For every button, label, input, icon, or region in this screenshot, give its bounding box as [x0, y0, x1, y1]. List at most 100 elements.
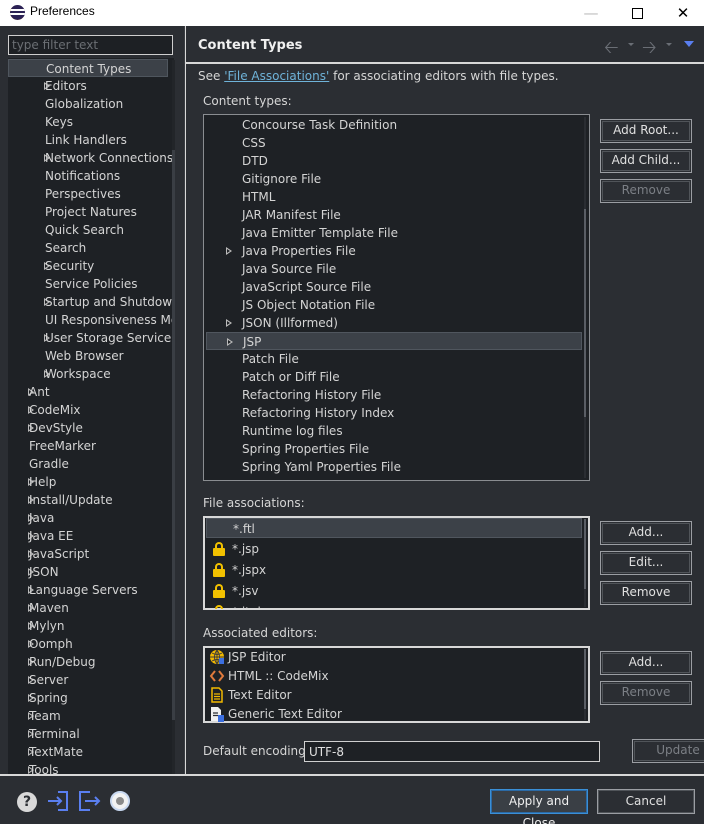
scrollbar-thumb[interactable] [584, 519, 586, 589]
file-association-item[interactable]: *.jspx [206, 560, 582, 580]
content-type-item[interactable]: Gitignore File [206, 170, 582, 188]
content-type-item[interactable]: Refactoring History File [206, 386, 582, 404]
sidebar-item[interactable]: Search [8, 239, 168, 257]
sidebar-item[interactable]: Mylyn [8, 617, 168, 635]
update-encoding-button[interactable]: Update [632, 739, 704, 763]
sidebar-item[interactable]: Link Handlers [8, 131, 168, 149]
export-icon[interactable] [77, 790, 101, 812]
import-icon[interactable] [46, 790, 70, 812]
filter-input[interactable] [8, 35, 173, 55]
sidebar-item[interactable]: Globalization [8, 95, 168, 113]
sidebar-item[interactable]: Network Connections [8, 149, 173, 167]
associated-editors-scrollbar[interactable] [584, 649, 586, 720]
close-button[interactable]: ✕ [660, 0, 704, 26]
sidebar-item[interactable]: Gradle [8, 455, 168, 473]
apply-and-close-button[interactable]: Apply and Close [490, 789, 588, 824]
sidebar-item[interactable]: JSON [8, 563, 168, 581]
edit-file-association-button[interactable]: Edit... [600, 551, 692, 575]
sidebar-item[interactable]: Quick Search [8, 221, 168, 239]
scrollbar-thumb[interactable] [172, 150, 175, 720]
view-menu-icon[interactable] [684, 41, 694, 47]
file-association-item[interactable]: *.jsv [206, 581, 582, 601]
sidebar-item[interactable]: Maven [8, 599, 168, 617]
content-type-item[interactable]: JAR Manifest File [206, 206, 582, 224]
sidebar-item[interactable]: UI Responsiveness Mor [8, 311, 174, 329]
expand-arrow-icon[interactable] [226, 319, 232, 327]
sidebar-item[interactable]: Content Types [8, 59, 168, 77]
default-encoding-input[interactable] [304, 741, 600, 762]
sidebar-item[interactable]: Language Servers [8, 581, 168, 599]
help-icon[interactable]: ? [17, 792, 37, 812]
file-association-item[interactable]: *.ftl [206, 518, 582, 538]
content-type-item[interactable]: Patch or Diff File [206, 368, 582, 386]
sidebar-item[interactable]: Service Policies [8, 275, 168, 293]
associated-editor-item[interactable]: HTML :: CodeMix [206, 667, 582, 685]
sidebar-item[interactable]: Server [8, 671, 168, 689]
remove-editor-button[interactable]: Remove [600, 681, 692, 705]
content-type-item[interactable]: Refactoring History Index [206, 404, 582, 422]
sidebar-item[interactable]: Web Browser [8, 347, 168, 365]
file-associations-scrollbar[interactable] [584, 519, 586, 607]
content-type-item[interactable]: Java Source File [206, 260, 582, 278]
associated-editor-item[interactable]: Generic Text Editor [206, 705, 582, 722]
content-type-item[interactable]: JavaScript Source File [206, 278, 582, 296]
sidebar-item[interactable]: FreeMarker [8, 437, 168, 455]
sidebar-item[interactable]: TextMate [8, 743, 168, 761]
associated-editor-item[interactable]: JSP Editor [206, 648, 582, 666]
content-types-tree[interactable]: Concourse Task Definition CSS DTD Gitignore… [203, 114, 590, 481]
file-association-item[interactable]: *.jsp [206, 539, 582, 559]
content-type-item[interactable]: Spring Properties File [206, 440, 582, 458]
file-associations-list[interactable]: *.ftl *.jsp *.jspx *.jsv *.jtpl [203, 516, 590, 610]
remove-file-association-button[interactable]: Remove [600, 581, 692, 605]
record-icon[interactable] [110, 791, 130, 811]
content-type-item[interactable]: Java Emitter Template File [206, 224, 582, 242]
content-type-item[interactable]: Patch File [206, 350, 582, 368]
sidebar-item[interactable]: Java [8, 509, 168, 527]
content-type-item[interactable]: Concourse Task Definition [206, 116, 582, 134]
scrollbar-thumb[interactable] [584, 209, 586, 417]
tree-vertical-scrollbar[interactable] [172, 60, 175, 796]
sidebar-item[interactable]: DevStyle [8, 419, 168, 437]
associated-editor-item[interactable]: Text Editor [206, 686, 582, 704]
sidebar-item[interactable]: CodeMix [8, 401, 168, 419]
add-root-button[interactable]: Add Root... [600, 119, 692, 143]
content-type-item[interactable]: JSP [206, 332, 582, 350]
expand-arrow-icon[interactable] [227, 338, 233, 346]
add-editor-button[interactable]: Add... [600, 651, 692, 675]
content-type-item[interactable]: Java Properties File [206, 242, 582, 260]
scrollbar-thumb[interactable] [584, 649, 586, 709]
sidebar-item[interactable]: Install/Update [8, 491, 168, 509]
forward-arrow-icon[interactable]: 🡢 [642, 35, 657, 65]
sidebar-item[interactable]: JavaScript [8, 545, 168, 563]
remove-content-type-button[interactable]: Remove [600, 179, 692, 203]
maximize-button[interactable] [614, 0, 660, 26]
sidebar-item[interactable]: Terminal [8, 725, 168, 743]
sidebar-item[interactable]: Run/Debug [8, 653, 168, 671]
sidebar-item[interactable]: Java EE [8, 527, 168, 545]
sidebar-item[interactable]: Startup and Shutdown [8, 293, 174, 311]
expand-arrow-icon[interactable] [226, 247, 232, 255]
content-type-item[interactable]: CSS [206, 134, 582, 152]
add-child-button[interactable]: Add Child... [600, 149, 692, 173]
cancel-button[interactable]: Cancel [597, 789, 695, 814]
minimize-button[interactable]: — [568, 0, 614, 26]
sidebar-item[interactable]: Security [8, 257, 168, 275]
forward-dropdown-icon[interactable] [666, 43, 672, 46]
back-arrow-icon[interactable]: 🡠 [604, 35, 619, 65]
sidebar-item[interactable]: Team [8, 707, 168, 725]
content-type-item[interactable]: DTD [206, 152, 582, 170]
associated-editors-list[interactable]: JSP Editor HTML :: CodeMix Text Editor Gene… [203, 646, 590, 723]
file-associations-link[interactable]: 'File Associations' [224, 69, 329, 83]
content-types-scrollbar[interactable] [584, 117, 586, 478]
sidebar-item[interactable]: Project Natures [8, 203, 168, 221]
sidebar-item[interactable]: Oomph [8, 635, 168, 653]
content-type-item[interactable]: JS Object Notation File [206, 296, 582, 314]
sidebar-item[interactable]: User Storage Service [8, 329, 171, 347]
content-type-item[interactable]: JSON (Illformed) [206, 314, 582, 332]
sidebar-item[interactable]: Keys [8, 113, 168, 131]
sidebar-item[interactable]: Workspace [8, 365, 168, 383]
content-type-item[interactable]: HTML [206, 188, 582, 206]
sidebar-item[interactable]: Notifications [8, 167, 168, 185]
file-association-item[interactable]: *.jtpl [206, 602, 582, 609]
add-file-association-button[interactable]: Add... [600, 521, 692, 545]
